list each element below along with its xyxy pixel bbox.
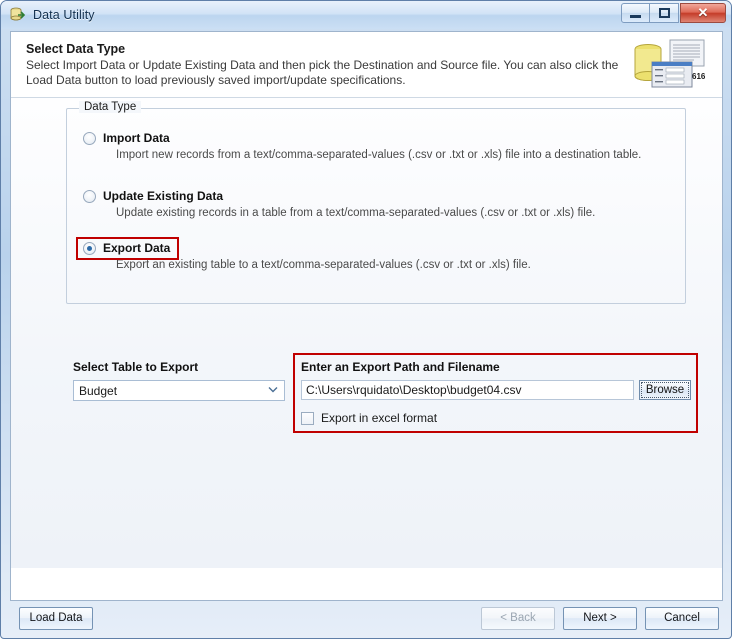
wizard-footer: Load Data < Back Next > Cancel [10,603,723,633]
export-data-description: Export an existing table to a text/comma… [116,259,531,271]
application-window: Data Utility ✕ Select Data Type Select I… [0,0,732,639]
maximize-icon [658,8,670,18]
update-existing-data-radio[interactable] [83,189,96,203]
cancel-button[interactable]: Cancel [645,606,719,630]
app-icon [9,6,27,24]
chevron-down-icon [268,386,280,396]
export-data-radio[interactable] [83,241,96,255]
minimize-icon [630,15,641,18]
back-button-label: < Back [500,612,536,624]
client-area: Select Data Type Select Import Data or U… [10,31,723,601]
browse-button[interactable]: Browse [639,380,691,400]
maximize-button[interactable] [650,3,679,23]
export-excel-checkbox[interactable] [301,411,314,425]
radio-option-export-data[interactable]: Export Data Export an existing table to … [83,241,531,271]
select-table-label: Select Table to Export [73,360,199,374]
minimize-button[interactable] [621,3,650,23]
table-select-dropdown[interactable]: Budget [73,380,285,401]
export-path-section: Enter an Export Path and Filename C:\Use… [293,353,698,433]
close-button[interactable]: ✕ [680,3,726,23]
title-bar: Data Utility ✕ [1,1,731,29]
data-type-groupbox: Data Type Import Data Import new records… [66,101,686,304]
export-excel-label: Export in excel format [321,411,438,425]
browse-button-label: Browse [645,384,685,396]
load-data-label: Load Data [29,612,83,624]
data-type-legend: Data Type [79,101,142,113]
export-data-label: Export Data [103,241,171,255]
table-select-value: Budget [79,383,118,398]
icon-badge-text: 616 [692,72,706,81]
database-document-form-icon: 616 [632,38,710,92]
window-controls: ✕ [621,3,726,23]
import-data-label: Import Data [103,131,170,145]
window-title: Data Utility [33,8,95,22]
import-data-radio[interactable] [83,131,96,145]
next-button-label: Next > [583,612,617,624]
cancel-button-label: Cancel [664,612,700,624]
load-data-button[interactable]: Load Data [19,606,93,630]
back-button[interactable]: < Back [481,606,555,630]
update-existing-data-description: Update existing records in a table from … [116,207,596,219]
select-table-section: Select Table to Export Budget [73,360,288,401]
next-button[interactable]: Next > [563,606,637,630]
update-existing-data-label: Update Existing Data [103,189,224,203]
radio-option-update-existing-data[interactable]: Update Existing Data Update existing rec… [83,189,595,219]
export-path-label: Enter an Export Path and Filename [301,360,500,374]
import-data-description: Import new records from a text/comma-sep… [116,149,642,161]
page-description: Select Import Data or Update Existing Da… [26,58,619,87]
export-excel-checkbox-row[interactable]: Export in excel format [301,411,691,425]
close-icon: ✕ [697,5,709,20]
wizard-header: Select Data Type Select Import Data or U… [11,32,722,98]
wizard-body: Data Type Import Data Import new records… [11,98,722,568]
export-path-input[interactable]: C:\Users\rquidato\Desktop\budget04.csv [301,380,634,400]
radio-option-import-data[interactable]: Import Data Import new records from a te… [83,131,641,161]
page-title: Select Data Type [26,42,126,56]
